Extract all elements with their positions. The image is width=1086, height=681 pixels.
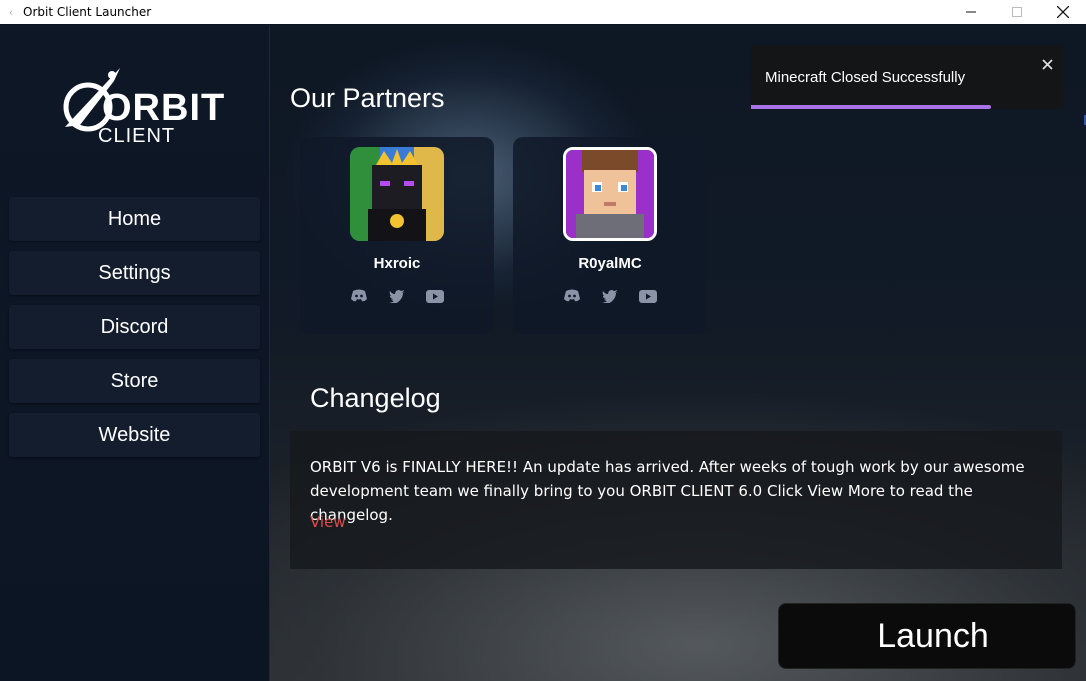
maximize-button[interactable] [994,0,1040,24]
twitter-icon[interactable] [388,287,406,305]
nav-discord[interactable]: Discord [9,305,260,349]
partner-name: Hxroic [373,255,421,272]
partners-title: Our Partners [290,83,445,113]
partner-avatar [563,147,657,241]
sidebar-nav: Home Settings Discord Store Website [9,197,260,467]
partner-name: R0yalMC [578,255,642,272]
app-icon: ‹ [9,7,13,17]
twitter-icon[interactable] [601,287,619,305]
sidebar: ORBIT CLIENT Home Settings Discord Store… [0,25,270,681]
youtube-icon[interactable] [426,287,444,305]
nav-website[interactable]: Website [9,413,260,457]
changelog-panel: ORBIT V6 is FINALLY HERE!! An update has… [290,431,1062,569]
toast-close-button[interactable] [1042,57,1053,75]
partner-card: R0yalMC [513,137,707,334]
partner-card: Hxroic [300,137,494,334]
nav-settings[interactable]: Settings [9,251,260,295]
title-bar: ‹ Orbit Client Launcher [0,0,1086,24]
changelog-text: ORBIT V6 is FINALLY HERE!! An update has… [310,458,1025,524]
partner-avatar [350,147,444,241]
nav-store[interactable]: Store [9,359,260,403]
partner-socials [513,287,707,305]
logo-subtext: CLIENT [98,125,176,147]
orbit-logo: ORBIT CLIENT [60,65,224,150]
window-title: Orbit Client Launcher [23,5,152,19]
changelog-title: Changelog [310,383,441,413]
launcher-window: ORBIT CLIENT Home Settings Discord Store… [0,25,1086,681]
logo-text: ORBIT [102,87,226,129]
window-controls [948,0,1086,24]
youtube-icon[interactable] [639,287,657,305]
launch-button[interactable]: Launch [778,603,1076,669]
close-icon [1057,6,1069,18]
minimize-button[interactable] [948,0,994,24]
close-icon [1042,59,1053,70]
toast-message: Minecraft Closed Successfully [765,69,966,86]
discord-icon[interactable] [350,287,368,305]
notification-toast: Minecraft Closed Successfully [751,45,1063,109]
nav-home[interactable]: Home [9,197,260,241]
toast-progress-bar [751,105,992,109]
close-window-button[interactable] [1040,0,1086,24]
maximize-icon [1012,7,1022,17]
discord-icon[interactable] [563,287,581,305]
partner-socials [300,287,494,305]
minimize-icon [966,11,976,13]
view-link[interactable]: View [310,513,346,531]
